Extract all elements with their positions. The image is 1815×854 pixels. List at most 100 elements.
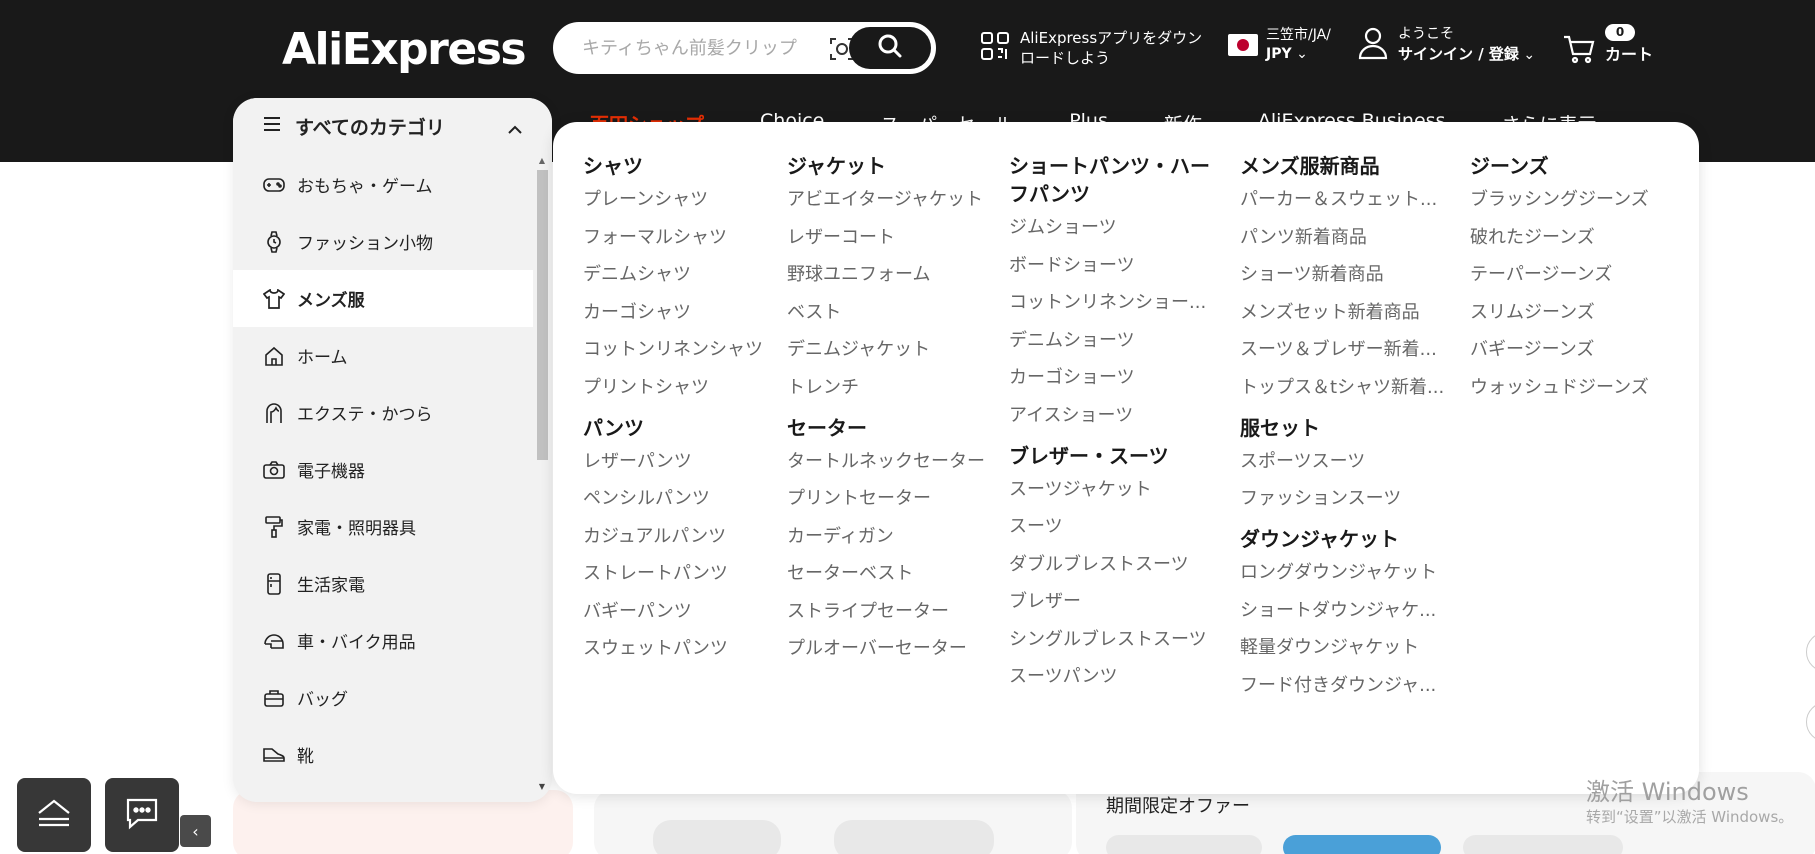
subcategory-link[interactable]: コットンリネンシャツ [583,338,763,362]
category-group-title[interactable]: ダウンジャケット [1240,525,1450,553]
account-menu[interactable]: ようこそ サインイン / 登録 ⌄ [1358,24,1535,65]
category-item[interactable]: おもちゃ・ゲーム [233,156,533,213]
subcategory-link[interactable]: フォーマルシャツ [583,226,763,250]
subcategory-link[interactable]: スリムジーンズ [1470,301,1670,325]
subcategory-link[interactable]: カーゴシャツ [583,301,763,325]
subcategory-link[interactable]: バギーパンツ [583,600,763,624]
subcategory-link[interactable]: デニムジャケット [787,338,987,362]
subcategory-link[interactable]: スーツ＆ブレザー新着... [1240,338,1450,362]
subcategory-link[interactable]: スーツ [1009,515,1219,539]
subcategory-link[interactable]: プレーンシャツ [583,188,763,212]
subcategory-link[interactable]: ストライプセーター [787,600,987,624]
subcategory-link[interactable]: 野球ユニフォーム [787,263,987,287]
subcategory-link[interactable]: ショートダウンジャケ... [1240,599,1450,623]
app-download-link[interactable]: AliExpressアプリをダウンロードしよう [980,26,1210,70]
subcategory-link[interactable]: プリントシャツ [583,376,763,400]
category-group-title[interactable]: ジーンズ [1470,152,1670,180]
subcategory-link[interactable]: アビエイタージャケット [787,188,987,212]
subcategory-link[interactable]: セーターベスト [787,562,987,586]
category-item[interactable]: メンズ服 [233,270,533,327]
subcategory-link[interactable]: ファッションスーツ [1240,487,1450,511]
subcategory-link[interactable]: レザーコート [787,226,987,250]
chat-button[interactable] [105,778,179,852]
subcategory-link[interactable]: シングルブレストスーツ [1009,628,1219,652]
subcategory-link[interactable]: テーパージーンズ [1470,263,1670,287]
scrollbar-thumb[interactable] [537,170,548,460]
category-item[interactable]: 家電・照明器具 [233,498,533,555]
scroll-down-arrow[interactable]: ▼ [535,782,549,791]
product-thumb[interactable] [1106,835,1262,854]
category-header[interactable]: すべてのカテゴリ [233,98,552,154]
category-item[interactable]: 生活家電 [233,555,533,612]
aliexpress-logo[interactable]: AliExpress [282,20,527,80]
category-group-title[interactable]: メンズ服新商品 [1240,152,1450,180]
subcategory-link[interactable]: ジムショーツ [1009,216,1219,240]
category-group-title[interactable]: セーター [787,414,987,442]
subcategory-link[interactable]: ペンシルパンツ [583,487,763,511]
subcategory-link[interactable]: ブラッシングジーンズ [1470,188,1670,212]
subcategory-link[interactable]: 破れたジーンズ [1470,226,1670,250]
subcategory-link[interactable]: カーディガン [787,525,987,549]
subcategory-link[interactable]: トレンチ [787,376,987,400]
category-group-title[interactable]: パンツ [583,414,763,442]
subcategory-link[interactable]: ベスト [787,301,987,325]
category-item[interactable]: バッグ [233,669,533,726]
subcategory-link[interactable]: ブレザー [1009,590,1219,614]
subcategory-link[interactable]: ボードショーツ [1009,254,1219,278]
subcategory-link[interactable]: トップス＆tシャツ新着... [1240,376,1450,400]
cart-button[interactable]: 0 カート [1563,24,1653,68]
subcategory-link[interactable]: 軽量ダウンジャケット [1240,636,1450,660]
subcategory-link[interactable]: デニムショーツ [1009,329,1219,353]
subcategory-link[interactable]: パーカー＆スウェット... [1240,188,1450,212]
category-item[interactable]: 電子機器 [233,441,533,498]
category-group-title[interactable]: シャツ [583,152,763,180]
search-button[interactable] [849,27,931,69]
subcategory-link[interactable]: メンズセット新着商品 [1240,301,1450,325]
product-thumb[interactable] [1283,835,1441,854]
subcategory-link[interactable]: スウェットパンツ [583,637,763,661]
category-item[interactable]: ホーム [233,327,533,384]
category-item[interactable]: 靴 [233,726,533,783]
collapse-arrow-button[interactable]: ‹ [180,815,211,847]
subcategory-link[interactable]: プリントセーター [787,487,987,511]
product-thumb[interactable] [653,820,781,854]
subcategory-link[interactable]: バギージーンズ [1470,338,1670,362]
subcategory-link[interactable]: アイスショーツ [1009,404,1219,428]
product-thumb[interactable] [834,820,994,854]
subcategory-link[interactable]: スーツパンツ [1009,665,1219,689]
product-thumb[interactable] [1463,835,1623,854]
subcategory-link[interactable]: ロングダウンジャケット [1240,561,1450,585]
subcategory-link[interactable]: フード付きダウンジャ... [1240,674,1450,698]
subcategory-link[interactable]: ストレートパンツ [583,562,763,586]
subcategory-link[interactable]: スポーツスーツ [1240,450,1450,474]
subcategory-link[interactable]: タートルネックセーター [787,450,987,474]
scroll-right-button[interactable] [1806,632,1815,672]
subcategory-link[interactable]: カジュアルパンツ [583,525,763,549]
signin-link[interactable]: サインイン / 登録 [1398,45,1519,63]
category-group-title[interactable]: ショートパンツ・ハーフパンツ [1009,152,1219,208]
subcategory-link[interactable]: ショーツ新着商品 [1240,263,1450,287]
category-group-title[interactable]: ジャケット [787,152,987,180]
category-group-title[interactable]: ブレザー・スーツ [1009,442,1219,470]
locale-selector[interactable]: 三笠市/JA/ JPY ⌄ [1228,26,1331,64]
subcategory-link[interactable]: プルオーバーセーター [787,637,987,661]
chevron-up-icon[interactable] [508,118,522,140]
scroll-right-button[interactable] [1806,702,1815,742]
scroll-up-arrow[interactable]: ▲ [535,156,549,165]
subcategory-link[interactable]: パンツ新着商品 [1240,226,1450,250]
watch-icon [263,230,285,253]
subcategory-link[interactable]: コットンリネンショー... [1009,291,1219,315]
search-input[interactable] [582,36,842,60]
subcategory-link[interactable]: カーゴショーツ [1009,366,1219,390]
category-item[interactable]: ファッション小物 [233,213,533,270]
subcategory-link[interactable]: デニムシャツ [583,263,763,287]
category-item[interactable]: 車・バイク用品 [233,612,533,669]
subcategory-link[interactable]: ウォッシュドジーンズ [1470,376,1670,400]
subcategory-link[interactable]: ダブルブレストスーツ [1009,553,1219,577]
category-item[interactable]: エクステ・かつら [233,384,533,441]
scroll-top-button[interactable] [17,778,91,852]
category-group-title[interactable]: 服セット [1240,414,1450,442]
category-item[interactable]: ドレス・衣装 [233,783,533,802]
subcategory-link[interactable]: スーツジャケット [1009,478,1219,502]
subcategory-link[interactable]: レザーパンツ [583,450,763,474]
